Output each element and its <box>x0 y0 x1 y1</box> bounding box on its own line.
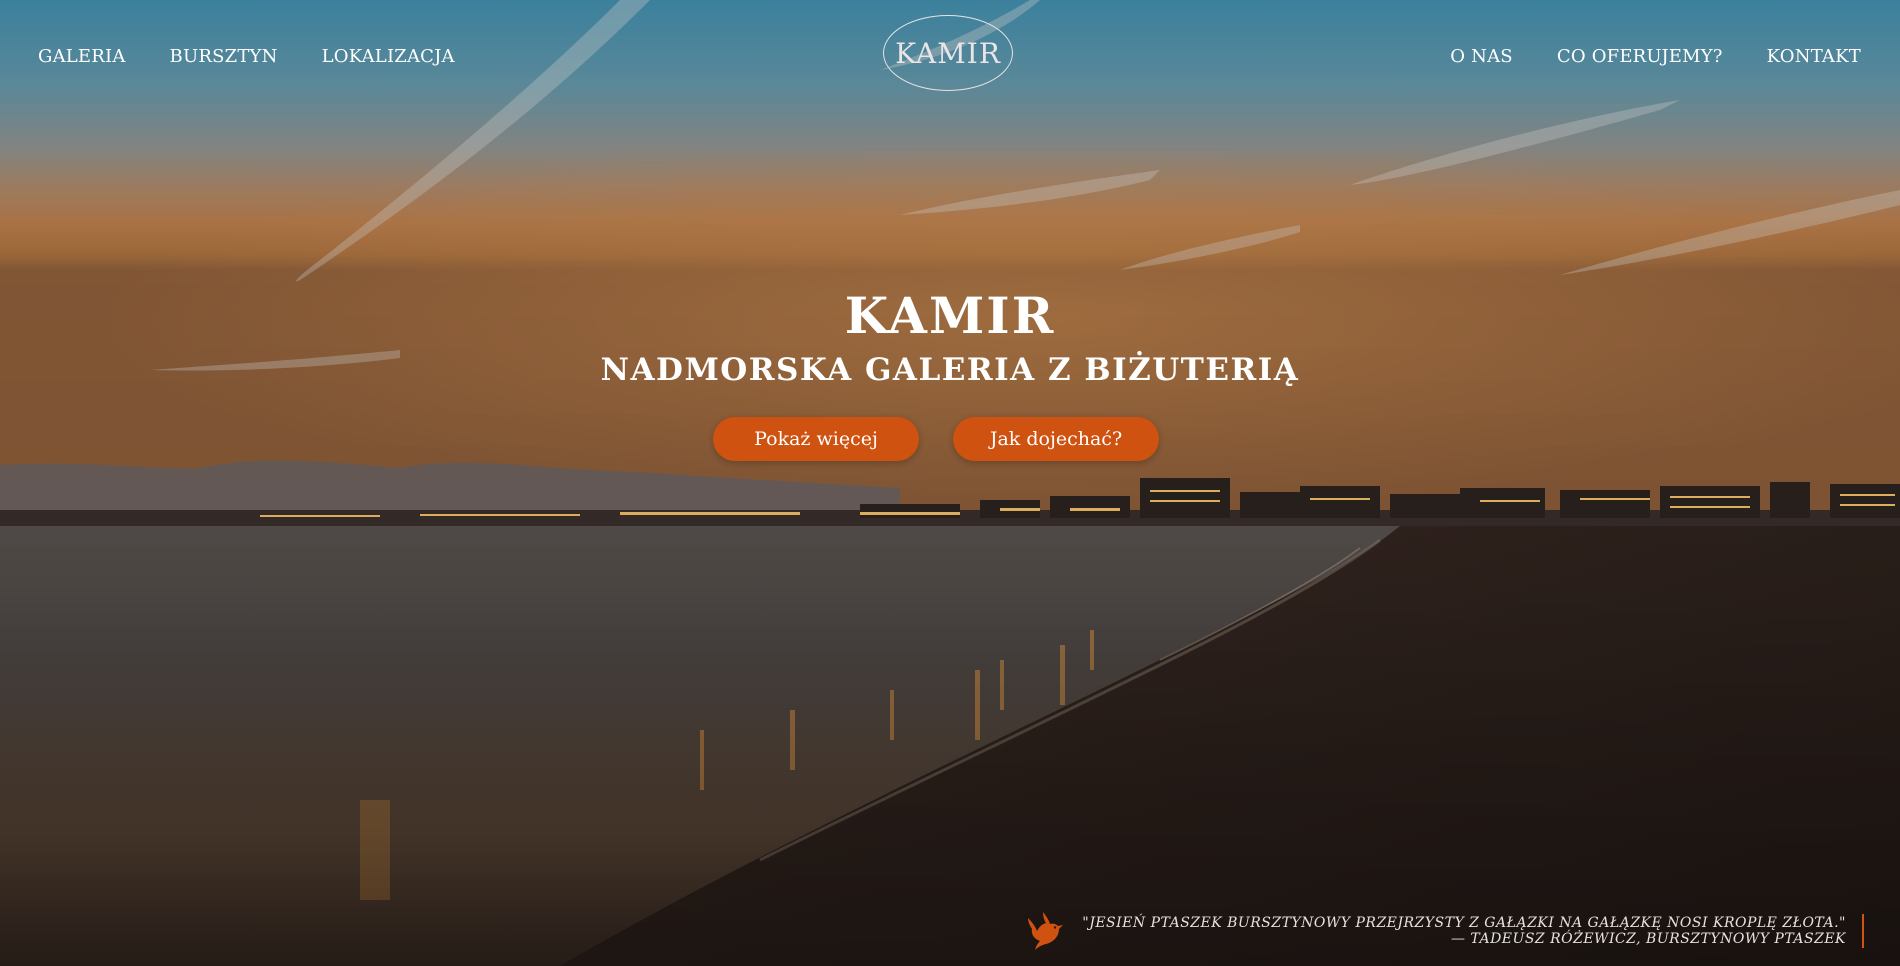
quote-text-block: "JESIEŃ PTASZEK BURSZTYNOWY PRZEJRZYSTY … <box>1082 915 1862 947</box>
nav-link-co-oferujemy[interactable]: CO OFERUJEMY? <box>1557 46 1723 67</box>
nav-link-kontakt[interactable]: KONTAKT <box>1767 46 1861 67</box>
logo-text: KAMIR <box>895 36 1001 70</box>
nav-right-group: O NAS CO OFERUJEMY? KONTAKT <box>1450 46 1861 67</box>
bird-icon <box>1024 910 1066 952</box>
top-navigation: GALERIA BURSZTYN LOKALIZACJA KAMIR O NAS… <box>0 0 1900 110</box>
hero-background-image <box>0 0 1900 966</box>
hero-section: KAMIR NADMORSKA GALERIA Z BIŻUTERIĄ Poka… <box>0 286 1900 461</box>
landing-page: GALERIA BURSZTYN LOKALIZACJA KAMIR O NAS… <box>0 0 1900 966</box>
nav-link-o-nas[interactable]: O NAS <box>1450 46 1513 67</box>
nav-link-lokalizacja[interactable]: LOKALIZACJA <box>322 46 455 67</box>
hero-subtitle: NADMORSKA GALERIA Z BIŻUTERIĄ <box>600 352 1300 388</box>
hero-buttons: Pokaż więcej Jak dojechać? <box>0 417 1900 461</box>
nav-link-bursztyn[interactable]: BURSZTYN <box>170 46 278 67</box>
nav-link-galeria[interactable]: GALERIA <box>38 46 126 67</box>
show-more-button[interactable]: Pokaż więcej <box>713 417 919 461</box>
quote-block: "JESIEŃ PTASZEK BURSZTYNOWY PRZEJRZYSTY … <box>1024 910 1864 952</box>
site-logo[interactable]: KAMIR <box>883 15 1013 91</box>
quote-text: "JESIEŃ PTASZEK BURSZTYNOWY PRZEJRZYSTY … <box>1082 915 1846 931</box>
hero-title: KAMIR <box>844 286 1056 345</box>
quote-accent-bar <box>1862 914 1864 948</box>
quote-author: — TADEUSZ RÓŻEWICZ, BURSZTYNOWY PTASZEK <box>1450 931 1846 947</box>
nav-left-group: GALERIA BURSZTYN LOKALIZACJA <box>38 46 455 67</box>
directions-button[interactable]: Jak dojechać? <box>953 417 1159 461</box>
